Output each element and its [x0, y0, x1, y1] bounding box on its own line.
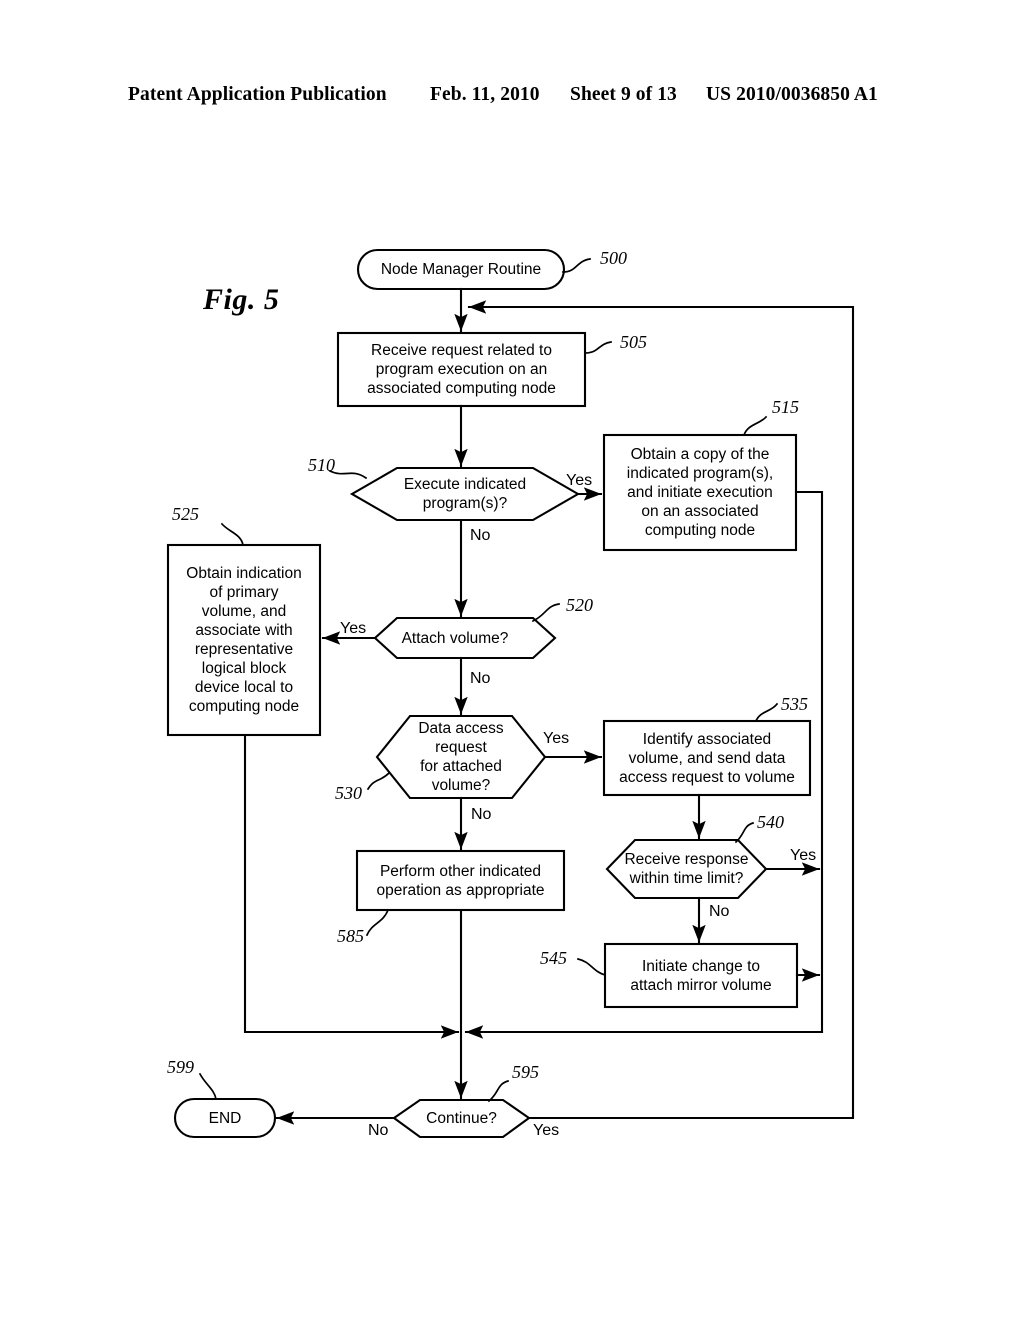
ref-numeral-595: 595 [512, 1062, 539, 1082]
ref-numeral-540: 540 [757, 812, 784, 832]
node-label-505: Receive request related to program execu… [367, 342, 556, 397]
ref-numeral-535: 535 [781, 694, 808, 714]
edge-label-540-no: No [709, 903, 730, 920]
ref-numeral-515: 515 [772, 397, 799, 417]
edge-label-595-no: No [368, 1122, 389, 1139]
node-label-545: Initiate change to attach mirror volume [630, 957, 772, 994]
leader-510 [328, 469, 368, 480]
leader-515 [742, 415, 768, 437]
ref-numeral-505: 505 [620, 332, 647, 352]
node-label-515: Obtain a copy of the indicated program(s… [626, 446, 774, 539]
node-label-585: Perform other indicated operation as app… [376, 862, 545, 899]
ref-numeral-585: 585 [337, 926, 364, 946]
node-label-595: Continue? [426, 1110, 497, 1127]
edge-label-530-no: No [471, 806, 492, 823]
ref-numeral-599: 599 [167, 1057, 194, 1077]
node-label-540: Receive response within time limit? [624, 851, 749, 887]
edge-label-510-no: No [470, 527, 491, 544]
node-label-500: Node Manager Routine [380, 261, 542, 278]
edge-label-540-yes: Yes [790, 847, 817, 864]
node-label-525: Obtain indication of primary volume, and… [186, 565, 302, 715]
node-label-510: Execute indicated program(s)? [403, 476, 527, 512]
leader-500 [562, 258, 591, 273]
leader-525 [220, 522, 244, 546]
leader-599 [198, 1072, 218, 1101]
ref-numeral-545: 545 [540, 948, 567, 968]
node-label-599: END [208, 1109, 242, 1127]
leader-545 [576, 957, 607, 977]
ref-numeral-530: 530 [335, 783, 362, 803]
leader-535 [754, 702, 779, 723]
edge-label-595-yes: Yes [533, 1122, 560, 1139]
leader-520 [531, 603, 560, 623]
edge-label-520-yes: Yes [340, 620, 367, 637]
leader-505 [584, 341, 612, 354]
edge-label-530-yes: Yes [543, 730, 570, 747]
ref-numeral-500: 500 [600, 248, 627, 268]
ref-numeral-520: 520 [566, 595, 593, 615]
edge-label-510-yes: Yes [566, 472, 593, 489]
node-label-535: Identify associated volume, and send dat… [619, 730, 795, 786]
ref-numeral-525: 525 [172, 504, 199, 524]
node-label-530: Data access request for attached volume? [418, 720, 504, 794]
leader-585 [365, 908, 390, 937]
leader-530 [366, 771, 391, 791]
node-label-520: Attach volume? [401, 629, 509, 647]
edge-label-520-no: No [470, 670, 491, 687]
ref-numeral-510: 510 [308, 455, 335, 475]
leader-595 [487, 1079, 510, 1103]
